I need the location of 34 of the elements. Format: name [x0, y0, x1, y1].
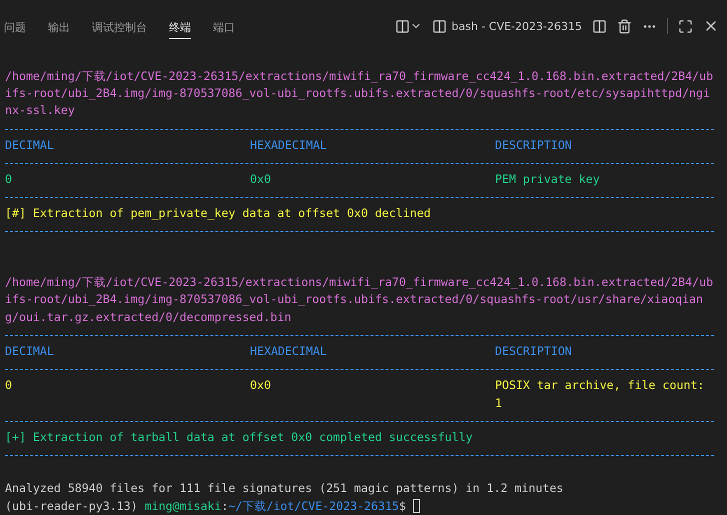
panel-tab[interactable]: 终端: [169, 18, 191, 39]
table-cell-text: DECIMAL: [5, 136, 55, 154]
prompt-text: (ubi-reader-py3.13): [5, 498, 139, 515]
table-cell-text: 0x0: [250, 170, 272, 188]
cursor: [412, 499, 420, 514]
table-cell-text: HEXADECIMAL: [250, 342, 328, 360]
panel-tab[interactable]: 问题: [4, 18, 26, 39]
maximize-icon[interactable]: [678, 18, 693, 34]
terminal-line: [#] Extraction of pem_private_key data at offset 0x0 declined: [5, 205, 432, 222]
panel-tab[interactable]: 端口: [213, 18, 235, 39]
prompt-text: $: [398, 498, 406, 515]
table-cell-text: HEXADECIMAL: [250, 136, 328, 154]
table-cell-text: 0x0: [250, 377, 272, 394]
table-cell-text: 0: [5, 377, 13, 394]
terminal-line: [+] Extraction of tarball data at offset 0x0 completed successfully: [5, 428, 474, 446]
table-cell-text: 0: [5, 170, 13, 188]
table-cell-text: PEM private key: [495, 170, 601, 188]
prompt-text: :: [221, 498, 228, 515]
terminal-icon: [432, 18, 447, 34]
terminal-line: /home/ming/下载/iot/CVE-2023-26315/extractions/miwifi_ra70_firmware_cc424_1.0.168.bin.extracted/2B4/ubifs-root/ubi_2B4.img/img-870537086_vol-ubi_rootfs.ubifs.extracted/0/squashfs-root/etc/sysapihttpd/nginx-ssl.key: [5, 68, 714, 120]
table-cell-text: POSIX tar archive, file count: 1: [495, 377, 706, 412]
prompt-text: ~/下载/iot/CVE-2023-26315: [228, 498, 399, 515]
split-layout-icon[interactable]: [394, 18, 422, 34]
terminal-name-button[interactable]: bash - CVE-2023-26315: [432, 18, 582, 34]
prompt-text: ming@misaki: [144, 498, 222, 515]
panel-tab[interactable]: 输出: [48, 18, 70, 39]
split-terminal-icon[interactable]: [592, 18, 607, 34]
table-cell-text: DESCRIPTION: [495, 136, 573, 154]
terminal-line: /home/ming/下载/iot/CVE-2023-26315/extractions/miwifi_ra70_firmware_cc424_1.0.168.bin.extracted/2B4/ubifs-root/ubi_2B4.img/img-870537086_vol-ubi_rootfs.ubifs.extracted/0/squashfs-root/usr/share/xiaoqiang/oui.tar.gz.extracted/0/decompressed.bin: [5, 274, 714, 326]
terminal-line: Analyzed 58940 files for 111 file signatures (251 magic patterns) in 1.2 minutes: [5, 480, 564, 498]
table-cell-text: DESCRIPTION: [495, 342, 573, 360]
trash-icon[interactable]: [617, 18, 632, 34]
table-cell-text: DECIMAL: [5, 342, 55, 360]
panel-tab[interactable]: 调试控制台: [92, 18, 147, 39]
